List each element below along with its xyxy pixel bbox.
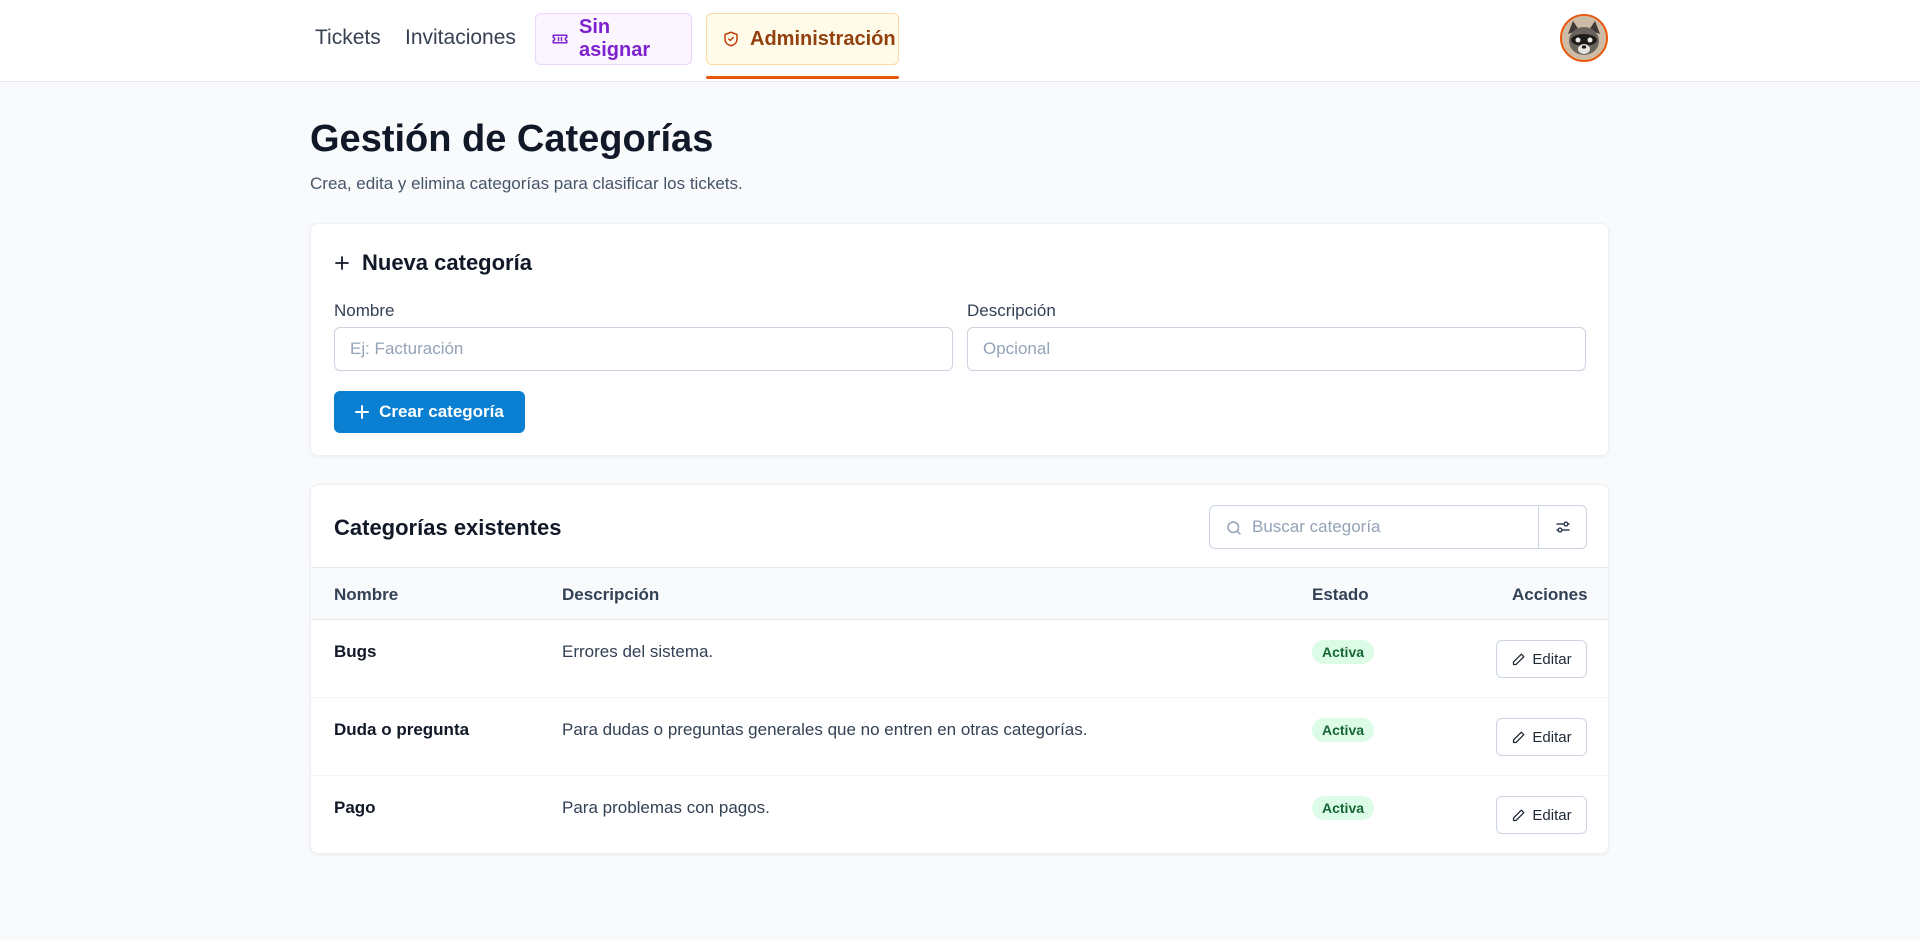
active-tab-indicator <box>706 76 899 79</box>
nav-link-invitations[interactable]: Invitaciones <box>405 26 516 50</box>
description-field-label: Descripción <box>967 301 1056 320</box>
search-box <box>1209 505 1539 549</box>
nav-pill-unassigned[interactable]: Sin asignar <box>535 13 692 65</box>
status-badge: Activa <box>1312 640 1375 664</box>
row-name: Pago <box>334 798 376 817</box>
edit-button[interactable]: Editar <box>1496 718 1587 756</box>
column-header-name[interactable]: Nombre <box>334 585 398 605</box>
new-category-title: Nueva categoría <box>362 250 532 275</box>
ticket-icon <box>551 30 569 48</box>
plus-icon <box>334 255 350 271</box>
create-category-button[interactable]: Crear categoría <box>334 391 525 433</box>
edit-button[interactable]: Editar <box>1496 640 1587 678</box>
edit-button-label: Editar <box>1532 806 1572 824</box>
sliders-icon <box>1554 518 1572 536</box>
nav-pill-admin-label: Administración <box>750 27 896 50</box>
row-description: Para problemas con pagos. <box>562 798 770 817</box>
table-row: Duda o pregunta Para dudas o preguntas g… <box>311 698 1608 776</box>
filter-button[interactable] <box>1538 505 1587 549</box>
plus-icon <box>355 405 370 419</box>
raccoon-avatar-icon <box>1562 16 1606 60</box>
top-navigation: Tickets Invitaciones Sin asignar Adminis… <box>0 0 1920 82</box>
name-field-label: Nombre <box>334 301 395 320</box>
page-title: Gestión de Categorías <box>310 118 714 160</box>
column-header-status[interactable]: Estado <box>1312 585 1369 605</box>
table-row: Pago Para problemas con pagos. Activa Ed… <box>311 776 1608 853</box>
search-input[interactable] <box>1252 506 1532 548</box>
name-field[interactable] <box>334 327 953 371</box>
table-header: Nombre Descripción Estado Acciones <box>311 567 1608 620</box>
row-name: Bugs <box>334 642 377 661</box>
edit-button-label: Editar <box>1532 728 1572 746</box>
pencil-icon <box>1511 808 1526 823</box>
pencil-icon <box>1511 652 1526 667</box>
nav-pill-admin[interactable]: Administración <box>706 13 899 65</box>
row-description: Errores del sistema. <box>562 642 714 661</box>
nav-link-tickets[interactable]: Tickets <box>315 26 381 50</box>
shield-check-icon <box>722 30 740 48</box>
table-row: Bugs Errores del sistema. Activa Editar <box>311 620 1608 698</box>
status-badge: Activa <box>1312 796 1375 820</box>
categories-list-title: Categorías existentes <box>334 515 562 540</box>
nav-pill-unassigned-label: Sin asignar <box>579 16 651 61</box>
edit-button[interactable]: Editar <box>1496 796 1587 834</box>
edit-button-label: Editar <box>1532 650 1572 668</box>
pencil-icon <box>1511 730 1526 745</box>
row-name: Duda o pregunta <box>334 720 470 739</box>
page-subtitle: Crea, edita y elimina categorías para cl… <box>310 174 743 193</box>
user-avatar[interactable] <box>1560 14 1608 62</box>
new-category-card: Nueva categoría Nombre Descripción Crear… <box>310 223 1609 456</box>
column-header-description[interactable]: Descripción <box>562 585 659 605</box>
categories-list-card: Categorías existentes Nombre Descripción… <box>310 484 1609 854</box>
column-header-actions: Acciones <box>1512 585 1588 604</box>
search-icon <box>1225 519 1243 537</box>
create-category-button-label: Crear categoría <box>379 402 504 421</box>
row-description: Para dudas o preguntas generales que no … <box>562 720 1088 739</box>
status-badge: Activa <box>1312 718 1375 742</box>
description-field[interactable] <box>967 327 1586 371</box>
new-category-header: Nueva categoría <box>334 250 532 276</box>
